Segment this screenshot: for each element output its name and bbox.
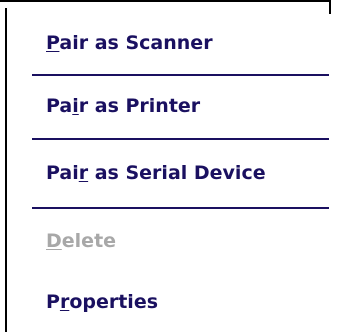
- menu-item-label: Delete: [46, 230, 117, 252]
- menu-top-border: [0, 0, 331, 2]
- menu-item-pair-as-printer[interactable]: Pair as Printer: [7, 81, 329, 131]
- menu-separator: [32, 207, 329, 209]
- mnemonic-key: P: [46, 32, 60, 54]
- menu-separator: [32, 74, 329, 76]
- menu-item-pair-as-serial-device[interactable]: Pair as Serial Device: [7, 148, 329, 198]
- mnemonic-key: r: [59, 291, 70, 313]
- mnemonic-key: r: [78, 162, 89, 184]
- menu-item-label: Properties: [46, 291, 159, 313]
- menu-item-delete: Delete: [7, 216, 329, 266]
- menu-right-border: [329, 0, 331, 14]
- mnemonic-key: D: [46, 230, 62, 252]
- menu-separator: [32, 138, 329, 140]
- menu-item-label: Pair as Serial Device: [46, 162, 266, 184]
- context-menu: Pair as Scanner Pair as Printer Pair as …: [0, 0, 340, 332]
- menu-item-properties[interactable]: Properties: [7, 277, 329, 327]
- menu-item-label: Pair as Scanner: [46, 32, 213, 54]
- menu-item-label: Pair as Printer: [46, 95, 201, 117]
- menu-item-pair-as-scanner[interactable]: Pair as Scanner: [7, 18, 329, 68]
